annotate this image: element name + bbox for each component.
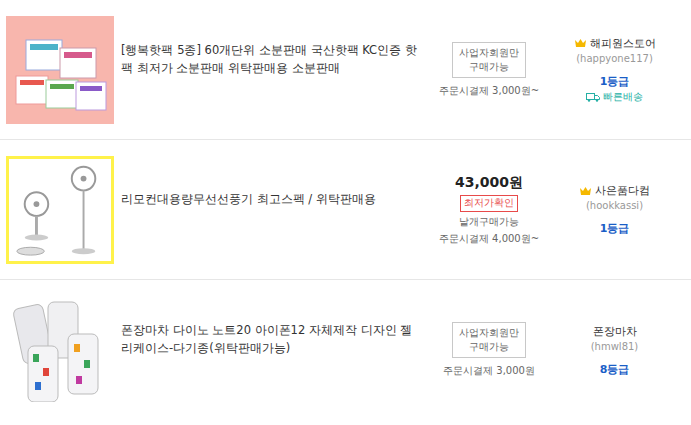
phonecase-image-icon xyxy=(8,298,112,402)
seller-name[interactable]: 폰장마차 xyxy=(593,324,637,339)
price-info: 사업자회원만구매가능주문시결제 3,000원~ xyxy=(434,42,544,98)
product-title[interactable]: 리모컨대용량무선선풍기 최고스펙 / 위탁판매용 xyxy=(121,190,420,208)
seller-name[interactable]: 사은품다컴 xyxy=(579,183,650,198)
seller-info: 해피원스토어 (happyone117) 1등급빠른배송 xyxy=(544,36,691,104)
price: 43,000원 xyxy=(455,174,523,192)
business-only-box: 사업자회원만구매가능 xyxy=(452,322,526,358)
product-row: 폰장마차 다이노 노트20 아이폰12 자체제작 디자인 젤리케이스-다기종(위… xyxy=(0,280,691,420)
product-image[interactable] xyxy=(6,156,114,264)
seller-id: (hookkassi) xyxy=(586,200,643,211)
product-title[interactable]: 폰장마차 다이노 노트20 아이폰12 자체제작 디자인 젤리케이스-다기종(위… xyxy=(121,321,420,357)
price-note: 주문시결제 4,000원~ xyxy=(439,232,539,246)
price-note: 주문시결제 3,000원~ xyxy=(439,84,539,98)
price-note: 낱개구매가능 xyxy=(459,215,519,229)
product-row: 리모컨대용량무선선풍기 최고스펙 / 위탁판매용 43,000원최저가확인낱개구매… xyxy=(0,140,691,280)
price-note: 주문시결제 3,000원 xyxy=(443,364,535,378)
crown-icon xyxy=(574,38,587,48)
product-image[interactable] xyxy=(6,16,114,124)
seller-grade: 8등급 xyxy=(600,362,630,377)
product-image[interactable] xyxy=(6,296,114,404)
product-title[interactable]: [행복핫팩 5종] 60개단위 소분판매 국산핫팩 KC인증 핫팩 최저가 소분… xyxy=(121,41,420,77)
business-only-box: 사업자회원만구매가능 xyxy=(452,42,526,78)
fast-delivery-badge: 빠른배송 xyxy=(586,91,643,104)
seller-info: 사은품다컴 (hookkassi) 1등급 xyxy=(544,183,691,236)
lowest-price-tag[interactable]: 최저가확인 xyxy=(460,195,518,212)
hotpack-image-icon xyxy=(8,18,112,122)
crown-icon xyxy=(579,186,592,196)
price-info: 43,000원최저가확인낱개구매가능주문시결제 4,000원~ xyxy=(434,174,544,246)
seller-grade: 1등급 xyxy=(600,221,630,236)
product-row: [행복핫팩 5종] 60개단위 소분판매 국산핫팩 KC인증 핫팩 최저가 소분… xyxy=(0,0,691,140)
seller-id: (hmwl81) xyxy=(591,341,639,352)
seller-grade: 1등급 xyxy=(600,74,630,89)
truck-icon xyxy=(586,93,600,102)
seller-info: 폰장마차 (hmwl81) 8등급 xyxy=(544,324,691,377)
seller-id: (happyone117) xyxy=(576,53,653,64)
seller-name[interactable]: 해피원스토어 xyxy=(574,36,656,51)
fan-image-icon xyxy=(9,158,111,262)
product-list: [행복핫팩 5종] 60개단위 소분판매 국산핫팩 KC인증 핫팩 최저가 소분… xyxy=(0,0,691,420)
price-info: 사업자회원만구매가능주문시결제 3,000원 xyxy=(434,322,544,378)
